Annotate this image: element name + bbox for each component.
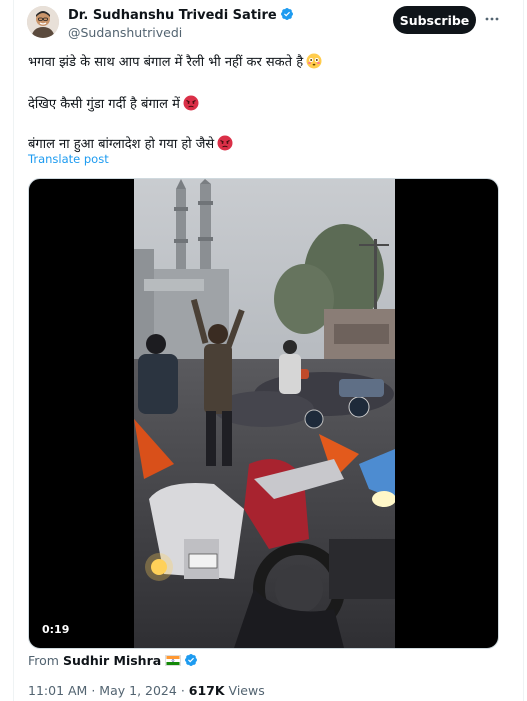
author-handle[interactable]: @Sudanshutrivedi (68, 25, 182, 40)
post-text: भगवा झंडे के साथ आप बंगाल में रैली भी नह… (28, 55, 304, 70)
author-name[interactable]: Dr. Sudhanshu Trivedi Satire (68, 7, 294, 23)
angry-face-emoji-icon (183, 95, 199, 111)
meta-separator: · (91, 683, 96, 698)
views-count[interactable]: 617K (189, 683, 225, 698)
subscribe-button[interactable]: Subscribe (393, 6, 476, 34)
author-name-text[interactable]: Dr. Sudhanshu Trivedi Satire (68, 8, 277, 23)
attribution: From Sudhir Mishra (28, 653, 198, 668)
attribution-name[interactable]: Sudhir Mishra (63, 653, 161, 668)
views-label: Views (228, 683, 265, 698)
post-text-line-1: भगवा झंडे के साथ आप बंगाल में रैली भी नह… (28, 52, 322, 70)
post-text: बंगाल ना हुआ बांग्लादेश हो गया हो जैसे (28, 137, 215, 152)
angry-face-emoji-icon (217, 135, 233, 151)
meta-separator: · (180, 683, 185, 698)
verified-badge-icon (280, 8, 293, 20)
post-text-line-2: देखिए कैसी गुंडा गर्दी है बंगाल में (28, 94, 199, 112)
post-text-line-3: बंगाल ना हुआ बांग्लादेश हो गया हो जैसे (28, 134, 233, 152)
more-options-icon[interactable] (481, 8, 503, 30)
avatar[interactable] (27, 6, 59, 38)
post-date[interactable]: May 1, 2024 (99, 683, 177, 698)
flushed-face-emoji-icon (306, 53, 322, 69)
video-duration: 0:19 (37, 619, 75, 639)
post-text: देखिए कैसी गुंडा गर्दी है बंगाल में (28, 97, 180, 112)
india-flag-icon (165, 655, 182, 666)
attribution-prefix: From (28, 653, 59, 668)
post-meta: 11:01 AM · May 1, 2024 · 617K Views (28, 683, 265, 698)
verified-badge-icon (185, 654, 198, 666)
translate-post-link[interactable]: Translate post (28, 152, 109, 166)
video-frame[interactable] (134, 179, 395, 648)
post-time[interactable]: 11:01 AM (28, 683, 87, 698)
video-player[interactable]: 0:19 (28, 178, 499, 649)
